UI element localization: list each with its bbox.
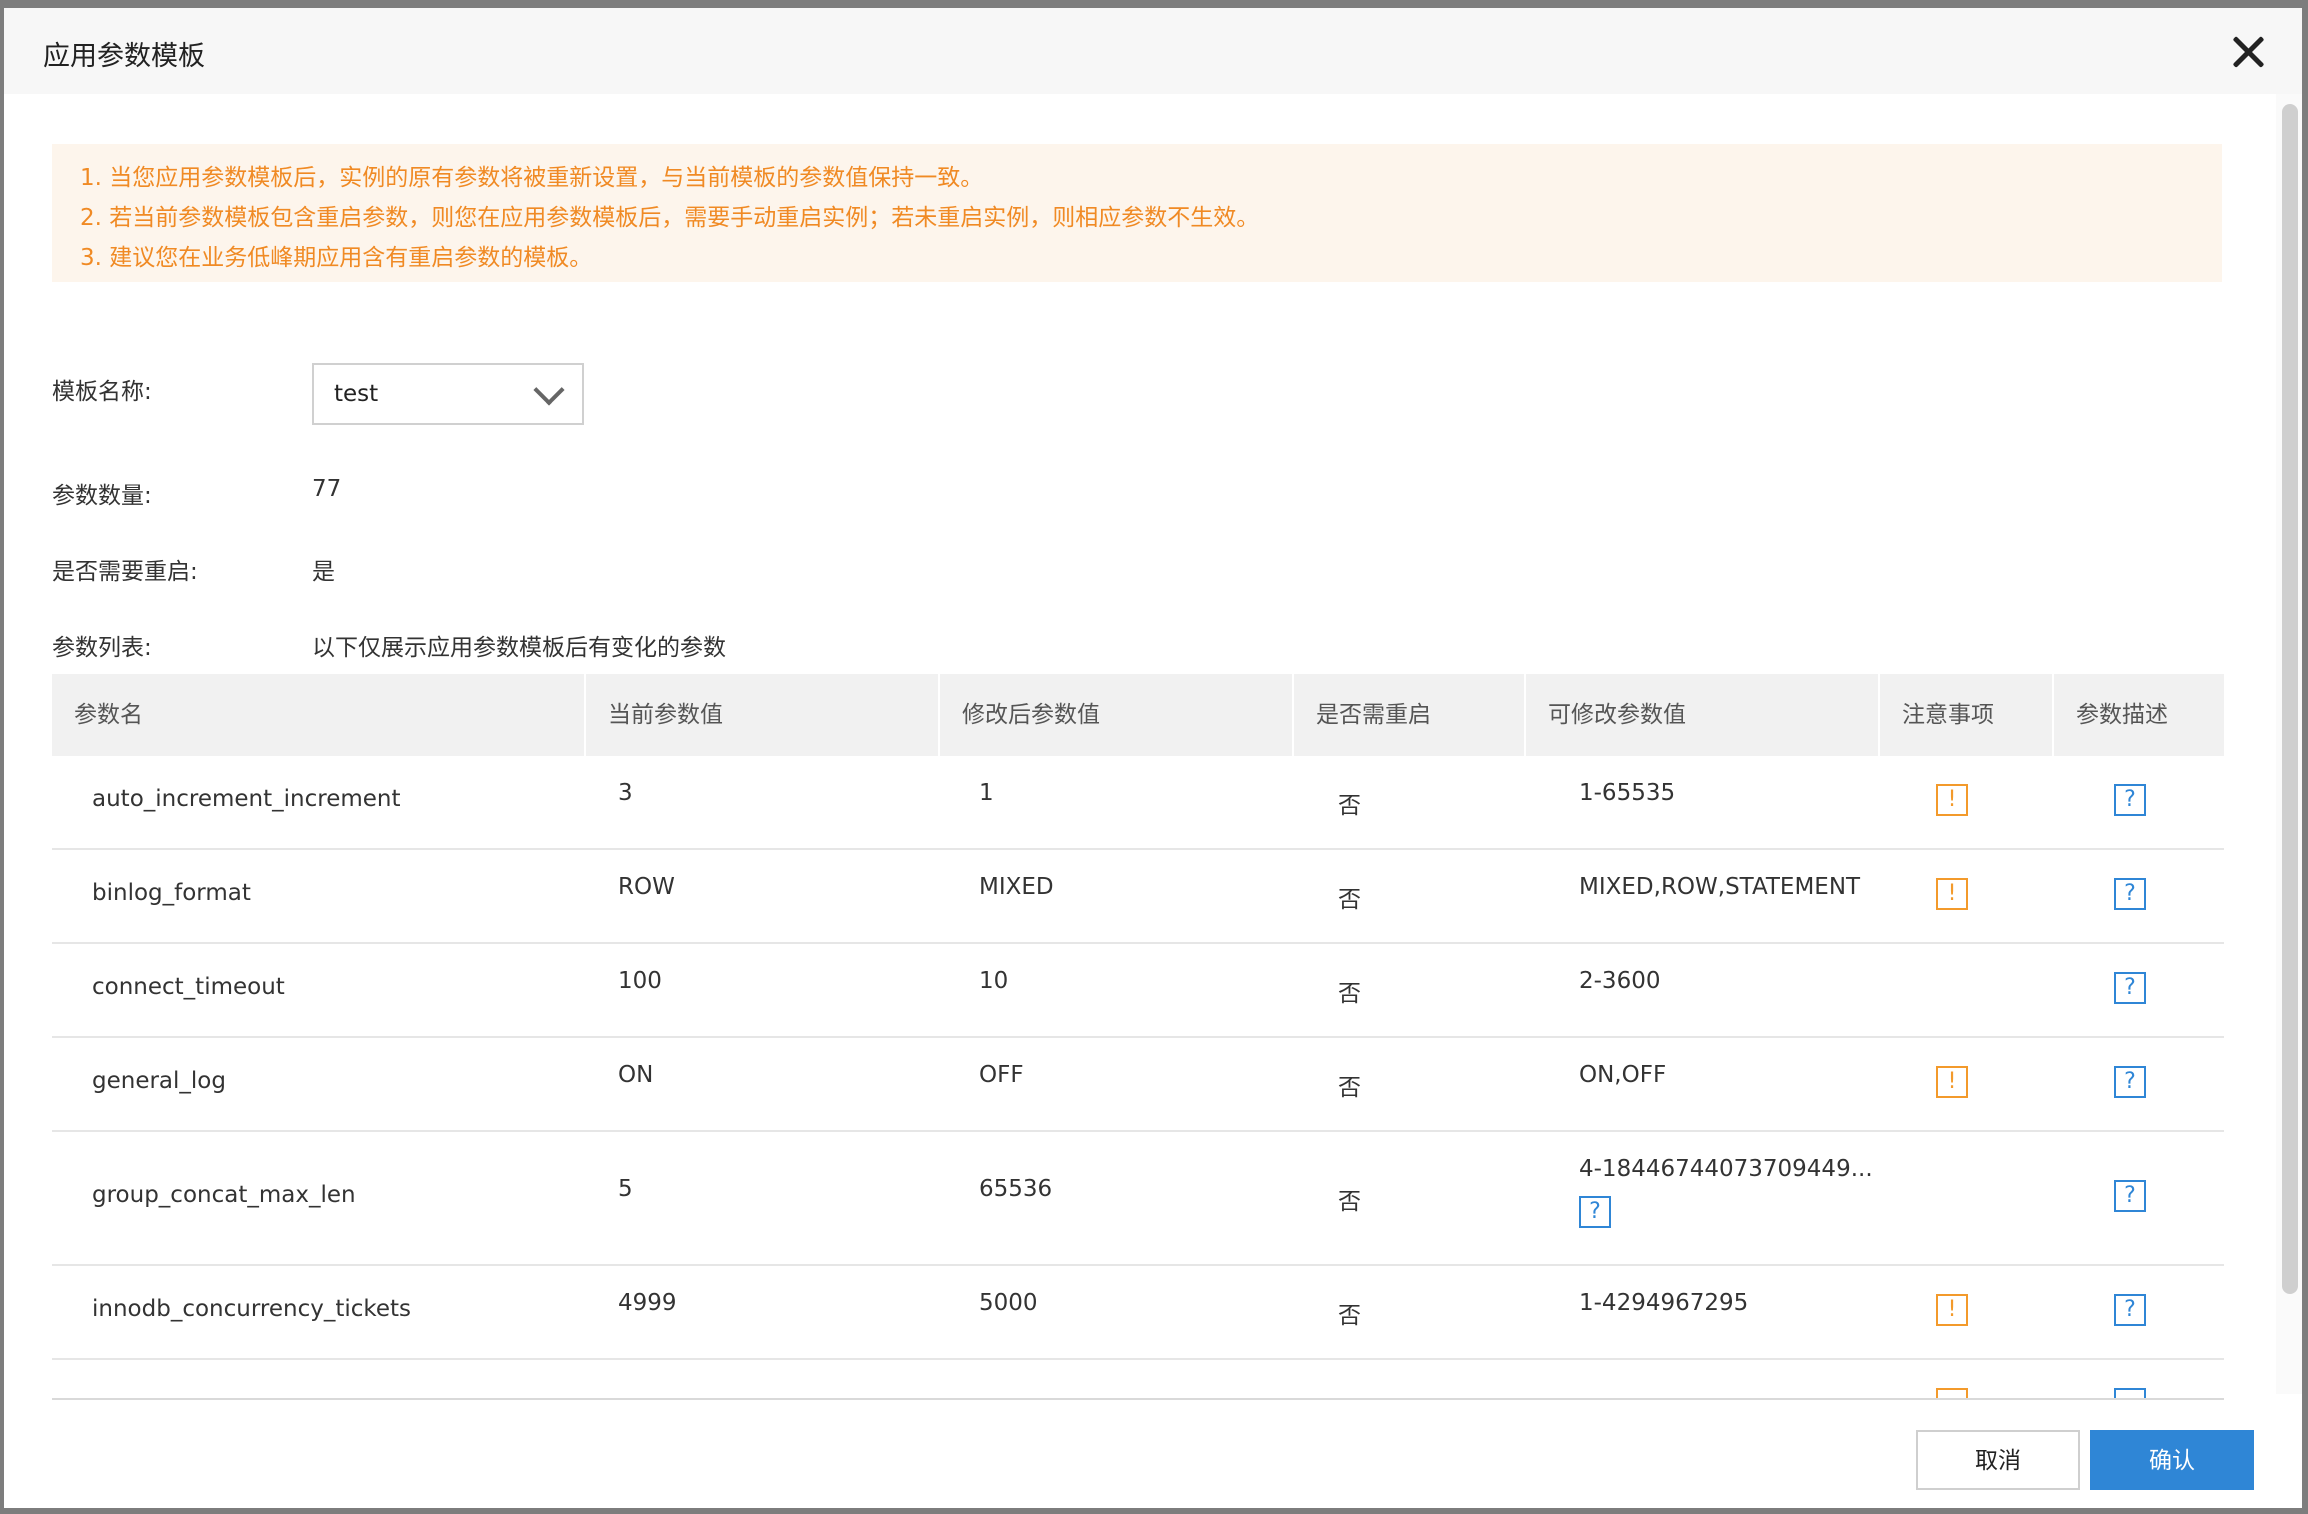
help-icon[interactable]: ?: [2114, 1294, 2146, 1326]
help-icon[interactable]: ?: [2114, 1066, 2146, 1098]
new-value: 5000: [979, 1290, 1038, 1316]
help-icon[interactable]: [2114, 1388, 2146, 1398]
table-row: innodb_concurrency_tickets 4999 5000 否 1…: [52, 1266, 2224, 1360]
allowed-range: 1-65535: [1579, 780, 1676, 806]
allowed-range: ON,OFF: [1579, 1062, 1667, 1088]
restart-flag: 否: [1338, 981, 1361, 1007]
new-value: MIXED: [979, 874, 1054, 900]
allowed-range: 1-4294967295: [1579, 1290, 1749, 1316]
col-header-range: 可修改参数值: [1526, 674, 1880, 756]
current-value: ROW: [618, 874, 675, 900]
help-icon[interactable]: ?: [2114, 784, 2146, 816]
param-name: innodb_concurrency_tickets: [92, 1296, 412, 1322]
restart-flag: 否: [1338, 793, 1361, 819]
param-name: auto_increment_increment: [92, 786, 401, 812]
template-select-value: test: [334, 381, 379, 407]
scrollbar-thumb[interactable]: [2282, 104, 2298, 1294]
col-header-desc: 参数描述: [2076, 702, 2168, 728]
param-name: general_log: [92, 1068, 226, 1094]
warning-icon[interactable]: [1936, 1388, 1968, 1398]
param-table: 参数名 当前参数值 修改后参数值 是否需重启 可修改参数值 注意事项 参数描述 …: [52, 674, 2224, 1400]
col-header-current: 当前参数值: [586, 674, 940, 756]
table-row: auto_increment_increment 3 1 否 1-65535 !…: [52, 756, 2224, 850]
scrollbar[interactable]: [2276, 94, 2302, 1394]
table-row: connect_timeout 100 10 否 2-3600 ?: [52, 944, 2224, 1038]
restart-flag: 否: [1338, 1189, 1361, 1215]
param-list-hint: 以下仅展示应用参数模板后有变化的参数: [312, 635, 726, 661]
table-row: group_concat_max_len 5 65536 否 4-1844674…: [52, 1132, 2224, 1266]
restart-flag: 否: [1338, 1303, 1361, 1329]
current-value: 100: [618, 968, 662, 994]
notice-line: 1. 当您应用参数模板后，实例的原有参数将被重新设置，与当前模板的参数值保持一致…: [80, 165, 984, 191]
current-value: 4999: [618, 1290, 677, 1316]
param-count-value: 77: [312, 476, 342, 502]
col-header-restart: 是否需重启: [1294, 674, 1526, 756]
new-value: 65536: [979, 1176, 1053, 1202]
current-value: 3: [618, 780, 633, 806]
restart-required-value: 是: [312, 559, 335, 585]
param-name: connect_timeout: [92, 974, 285, 1000]
new-value: 10: [979, 968, 1009, 994]
restart-required-label: 是否需要重启:: [52, 559, 198, 585]
warning-icon[interactable]: !: [1936, 1066, 1968, 1098]
col-header-new: 修改后参数值: [940, 674, 1294, 756]
range-help-icon[interactable]: ?: [1579, 1196, 1611, 1228]
notice-line: 3. 建议您在业务低峰期应用含有重启参数的模板。: [80, 245, 593, 271]
restart-flag: 否: [1338, 1075, 1361, 1101]
notice-line: 2. 若当前参数模板包含重启参数，则您在应用参数模板后，需要手动重启实例；若未重…: [80, 205, 1260, 231]
notice-box: 1. 当您应用参数模板后，实例的原有参数将被重新设置，与当前模板的参数值保持一致…: [52, 144, 2222, 282]
col-header-name: 参数名: [52, 674, 586, 756]
help-icon[interactable]: ?: [2114, 1180, 2146, 1212]
chevron-down-icon: [533, 374, 565, 406]
help-icon[interactable]: ?: [2114, 878, 2146, 910]
table-row-partial: [52, 1360, 2224, 1398]
allowed-range: 4-18446744073709449...: [1579, 1156, 1873, 1182]
allowed-range: 2-3600: [1579, 968, 1661, 994]
table-row: binlog_format ROW MIXED 否 MIXED,ROW,STAT…: [52, 850, 2224, 944]
template-select[interactable]: test: [312, 363, 584, 425]
param-list-label: 参数列表:: [52, 635, 152, 661]
apply-template-dialog: 应用参数模板 1. 当您应用参数模板后，实例的原有参数将被重新设置，与当前模板的…: [4, 8, 2302, 1508]
restart-flag: 否: [1338, 887, 1361, 913]
current-value: 5: [618, 1176, 633, 1202]
close-icon[interactable]: [2230, 34, 2266, 70]
new-value: OFF: [979, 1062, 1024, 1088]
allowed-range: MIXED,ROW,STATEMENT: [1579, 874, 1861, 900]
param-name: binlog_format: [92, 880, 251, 906]
warning-icon[interactable]: !: [1936, 1294, 1968, 1326]
help-icon[interactable]: ?: [2114, 972, 2146, 1004]
dialog-header: 应用参数模板: [4, 8, 2302, 94]
warning-icon[interactable]: !: [1936, 878, 1968, 910]
param-name: group_concat_max_len: [92, 1182, 356, 1208]
current-value: ON: [618, 1062, 654, 1088]
template-name-label: 模板名称:: [52, 379, 152, 405]
param-count-label: 参数数量:: [52, 483, 152, 509]
col-header-notes: 注意事项: [1880, 674, 2054, 756]
confirm-button[interactable]: 确认: [2090, 1430, 2254, 1490]
table-header: 参数名 当前参数值 修改后参数值 是否需重启 可修改参数值 注意事项 参数描述: [52, 674, 2224, 756]
new-value: 1: [979, 780, 994, 806]
cancel-button[interactable]: 取消: [1916, 1430, 2080, 1490]
warning-icon[interactable]: !: [1936, 784, 1968, 816]
table-row: general_log ON OFF 否 ON,OFF ! ?: [52, 1038, 2224, 1132]
dialog-title: 应用参数模板: [43, 41, 205, 72]
